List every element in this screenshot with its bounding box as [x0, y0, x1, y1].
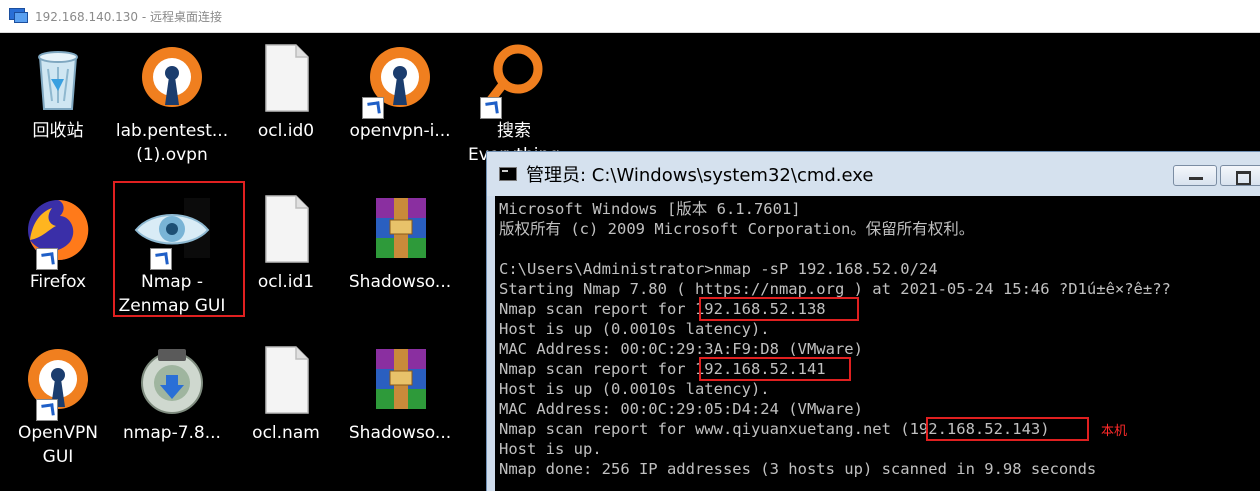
console-line: MAC Address: 00:0C:29:3A:F9:D8 (VMware): [499, 340, 863, 358]
rdp-title-bar: 192.168.140.130 - 远程桌面连接: [0, 0, 1260, 33]
console-line: Microsoft Windows [版本 6.1.7601]: [499, 200, 801, 218]
desktop-icon-shadowsocks-1[interactable]: Shadowso...: [341, 190, 459, 294]
console-line: 版权所有 (c) 2009 Microsoft Corporation。保留所有…: [499, 220, 975, 238]
highlight-box-zenmap: [113, 181, 245, 317]
minimize-button[interactable]: [1173, 165, 1217, 186]
firefox-icon: [18, 190, 98, 270]
highlight-box-ip-143: [926, 417, 1089, 441]
shortcut-arrow-icon: [362, 97, 384, 119]
desktop-icon-firefox[interactable]: Firefox: [0, 190, 117, 294]
console-line: C:\Users\Administrator>nmap -sP 192.168.…: [499, 260, 938, 278]
cmd-title-bar[interactable]: 管理员: C:\Windows\system32\cmd.exe: [487, 152, 1260, 196]
console-line: Starting Nmap 7.80 ( https://nmap.org ) …: [499, 280, 1171, 298]
annotation-local-host: 本机: [1101, 424, 1128, 439]
recycle-bin-icon: [18, 39, 98, 119]
cmd-console-icon: [499, 167, 517, 181]
desktop-icon-openvpn-installer[interactable]: openvpn-i...: [341, 39, 459, 143]
shortcut-arrow-icon: [36, 248, 58, 270]
console-line: Host is up (0.0010s latency).: [499, 380, 770, 398]
winrar-archive-icon: [360, 341, 440, 421]
file-icon: [246, 39, 326, 119]
console-output[interactable]: Microsoft Windows [版本 6.1.7601] 版权所有 (c)…: [495, 196, 1260, 491]
file-icon: [246, 190, 326, 270]
everything-search-icon: [474, 39, 554, 119]
desktop-icon-everything[interactable]: 搜索 Everything: [455, 39, 573, 167]
desktop-icon-nmap-installer[interactable]: nmap-7.8...: [113, 341, 231, 445]
desktop-icon-recycle-bin[interactable]: 回收站: [0, 39, 117, 143]
console-line: Host is up (0.0010s latency).: [499, 320, 770, 338]
nsis-installer-icon: [132, 341, 212, 421]
console-line: MAC Address: 00:0C:29:05:D4:24 (VMware): [499, 400, 863, 418]
desktop-icon-openvpn-gui[interactable]: OpenVPN GUI: [0, 341, 117, 469]
file-icon: [246, 341, 326, 421]
desktop-icon-shadowsocks-2[interactable]: Shadowso...: [341, 341, 459, 445]
openvpn-icon: [132, 39, 212, 119]
rdp-window-title: 192.168.140.130 - 远程桌面连接: [35, 9, 223, 24]
shortcut-arrow-icon: [480, 97, 502, 119]
desktop-icon-ocl-nam[interactable]: ocl.nam: [227, 341, 345, 445]
openvpn-icon: [18, 341, 98, 421]
console-line: Host is up.: [499, 440, 602, 458]
highlight-box-ip-141: [699, 357, 851, 381]
shortcut-arrow-icon: [36, 399, 58, 421]
console-line: Nmap done: 256 IP addresses (3 hosts up)…: [499, 460, 1097, 478]
highlight-box-ip-138: [699, 297, 859, 321]
remote-desktop-icon: [9, 8, 29, 24]
desktop-icon-ocl-id1[interactable]: ocl.id1: [227, 190, 345, 294]
maximize-button[interactable]: [1220, 165, 1260, 186]
cmd-window[interactable]: 管理员: C:\Windows\system32\cmd.exe Microso…: [486, 151, 1260, 491]
desktop-icon-ocl-id0[interactable]: ocl.id0: [227, 39, 345, 143]
cmd-window-title: 管理员: C:\Windows\system32\cmd.exe: [526, 165, 874, 186]
winrar-archive-icon: [360, 190, 440, 270]
openvpn-icon: [360, 39, 440, 119]
desktop-icon-lab-ovpn[interactable]: lab.pentest... (1).ovpn: [113, 39, 231, 167]
